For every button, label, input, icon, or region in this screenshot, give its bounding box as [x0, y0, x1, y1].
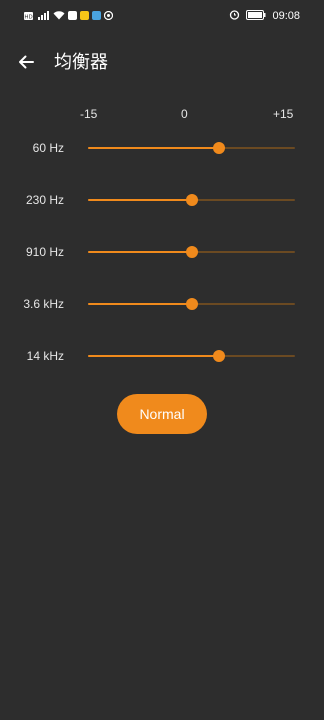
alarm-icon — [229, 7, 240, 25]
eq-band: 14 kHz — [0, 344, 324, 368]
arrow-left-icon — [19, 55, 34, 69]
app-notification-icon — [80, 7, 89, 25]
app-notification-icon — [92, 7, 101, 25]
back-button[interactable] — [12, 48, 40, 76]
eq-band: 3.6 kHz — [0, 292, 324, 316]
slider-fill — [88, 355, 220, 357]
status-time: 09:08 — [272, 10, 300, 22]
band-label: 910 Hz — [25, 245, 64, 259]
app-notification-icon — [68, 7, 77, 25]
slider-thumb[interactable] — [185, 246, 198, 258]
scale-max-label: +15 — [273, 107, 294, 121]
band-slider[interactable] — [88, 240, 295, 264]
band-slider[interactable] — [88, 292, 295, 316]
page-title: 均衡器 — [54, 52, 108, 72]
slider-fill — [88, 251, 192, 253]
app-notification-icon — [103, 7, 114, 25]
preset-button[interactable]: Normal — [117, 394, 207, 434]
status-bar: HD 09:08 — [0, 0, 324, 32]
status-bar-right: 09:08 — [229, 10, 300, 22]
band-slider[interactable] — [88, 136, 295, 160]
band-label: 3.6 kHz — [23, 297, 64, 311]
hd-icon: HD — [24, 7, 33, 25]
signal-icon — [36, 7, 50, 25]
app-header: 均衡器 — [0, 44, 324, 80]
slider-thumb[interactable] — [185, 298, 198, 310]
status-bar-left: HD — [24, 7, 114, 25]
equalizer-screen: HD 09:08 均衡器 -15 0 +15 60 Hz 230 Hz 910 … — [0, 0, 324, 720]
band-label: 230 Hz — [25, 193, 64, 207]
eq-band: 230 Hz — [0, 188, 324, 212]
scale-zero-label: 0 — [181, 107, 188, 121]
band-label: 14 kHz — [26, 349, 64, 363]
slider-thumb[interactable] — [185, 194, 198, 206]
battery-icon — [246, 7, 266, 25]
scale-min-label: -15 — [80, 107, 98, 121]
slider-thumb[interactable] — [213, 350, 226, 362]
wifi-icon — [53, 7, 65, 25]
band-slider[interactable] — [88, 188, 295, 212]
slider-fill — [88, 303, 192, 305]
band-label: 60 Hz — [32, 141, 64, 155]
svg-text:HD: HD — [24, 14, 32, 20]
band-slider[interactable] — [88, 344, 295, 368]
eq-band: 910 Hz — [0, 240, 324, 264]
slider-fill — [88, 199, 192, 201]
eq-band: 60 Hz — [0, 136, 324, 160]
slider-thumb[interactable] — [213, 142, 226, 154]
slider-fill — [88, 147, 220, 149]
